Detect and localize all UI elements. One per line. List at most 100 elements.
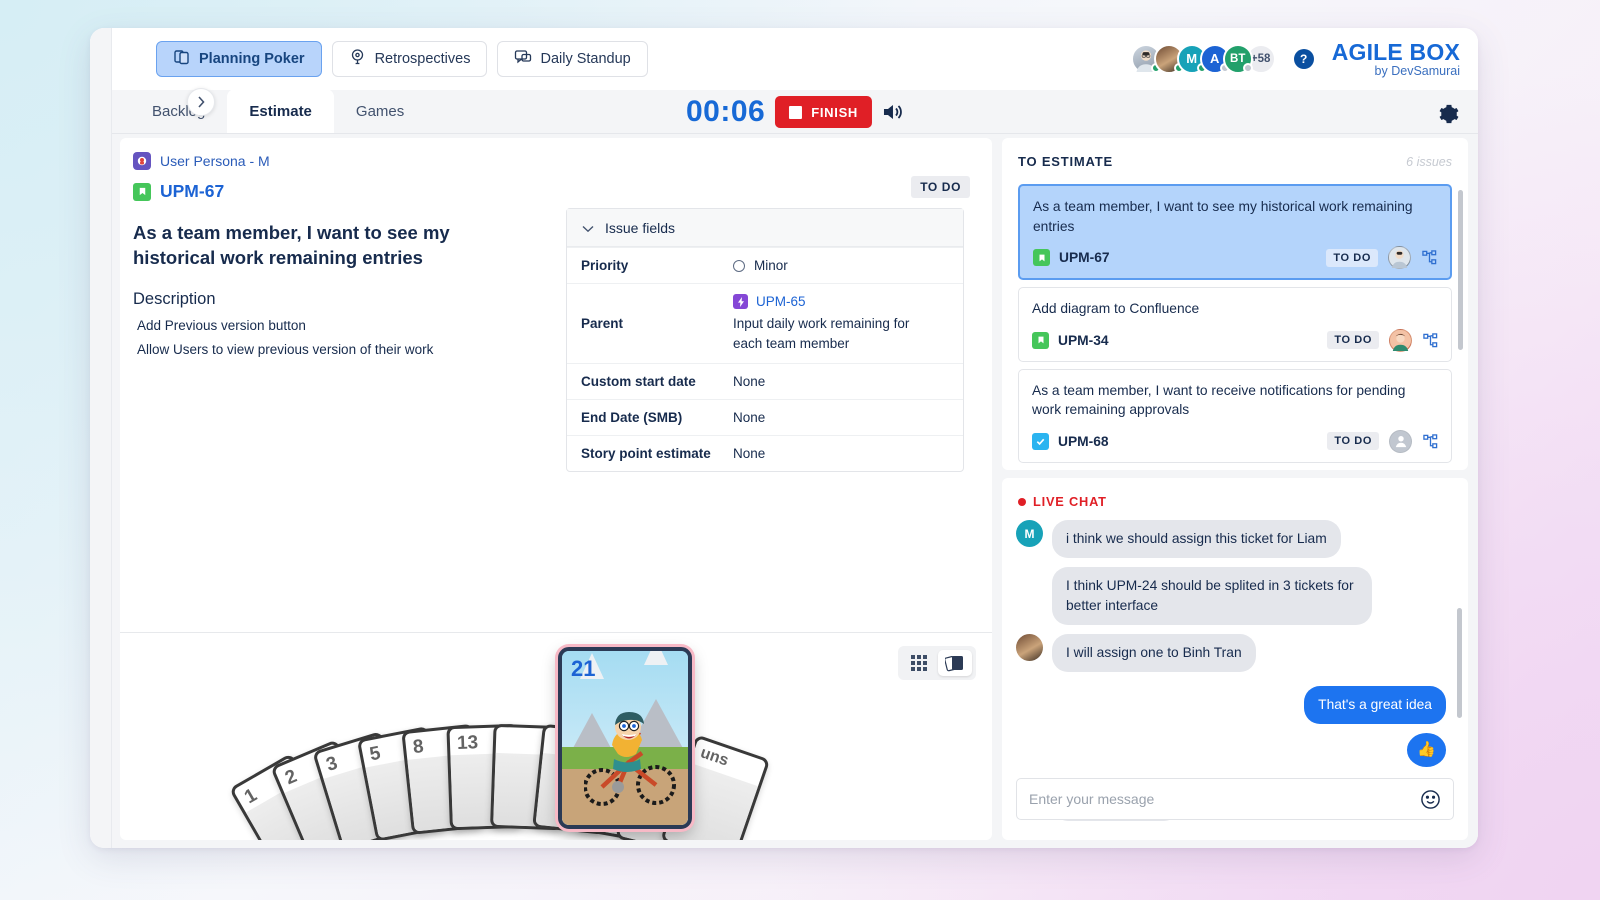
issue-fields-title: Issue fields bbox=[605, 220, 675, 236]
field-value[interactable]: None bbox=[733, 446, 765, 461]
chat-message: M i think we should assign this ticket f… bbox=[1016, 520, 1446, 558]
live-indicator-dot bbox=[1018, 498, 1026, 506]
scrollbar-thumb[interactable] bbox=[1457, 608, 1462, 718]
left-rail bbox=[90, 28, 112, 848]
mode-tab-daily-standup[interactable]: Daily Standup bbox=[497, 41, 647, 77]
live-chat-header: LIVE CHAT bbox=[1002, 478, 1468, 517]
parent-link-row[interactable]: UPM-65 bbox=[733, 294, 938, 309]
mode-tab-planning-poker[interactable]: Planning Poker bbox=[156, 41, 322, 77]
chat-bubble: That's a great idea bbox=[1304, 686, 1446, 724]
breadcrumb[interactable]: User Persona - M bbox=[120, 138, 992, 170]
card-value: 5 bbox=[368, 743, 383, 767]
field-row-story-point-estimate: Story point estimate None bbox=[567, 435, 963, 471]
avatar-initials: M bbox=[1186, 51, 1197, 66]
speaker-on-icon[interactable] bbox=[882, 102, 904, 122]
field-value[interactable]: None bbox=[733, 374, 765, 389]
avatar-initials: BT bbox=[1230, 53, 1245, 65]
link-issues-icon[interactable] bbox=[1422, 250, 1437, 265]
chat-bubble: I think UPM-24 should be splited in 3 ti… bbox=[1052, 567, 1372, 625]
field-value[interactable]: Minor bbox=[733, 258, 788, 273]
countdown-timer: 00:06 bbox=[686, 95, 765, 129]
avatar[interactable]: M bbox=[1016, 520, 1043, 547]
avatar-initials: A bbox=[1210, 51, 1219, 66]
app-window: Planning Poker Retrospectives bbox=[90, 28, 1478, 848]
avatar[interactable] bbox=[1016, 634, 1043, 661]
issue-key-row[interactable]: UPM-67 bbox=[120, 170, 992, 202]
smiley-icon[interactable] bbox=[1420, 789, 1441, 810]
avatar[interactable]: BT bbox=[1223, 44, 1253, 74]
scrollbar-thumb[interactable] bbox=[1458, 190, 1463, 350]
card-art-cyclist bbox=[584, 701, 676, 811]
field-label: End Date (SMB) bbox=[581, 410, 733, 425]
story-type-icon bbox=[1032, 332, 1049, 349]
status-badge[interactable]: TO DO bbox=[1327, 432, 1379, 450]
field-label: Parent bbox=[581, 316, 733, 331]
list-item[interactable]: Add diagram to Confluence UPM-34 TO DO bbox=[1018, 287, 1452, 362]
story-type-icon bbox=[1033, 249, 1050, 266]
brand-logo: AGILE BOX by DevSamurai bbox=[1332, 40, 1460, 77]
deck-view-toggle bbox=[898, 646, 976, 680]
chevron-down-icon bbox=[582, 220, 594, 236]
chat-input-container bbox=[1016, 778, 1454, 820]
issue-summary: As a team member, I want to see my histo… bbox=[1033, 197, 1437, 236]
avatar[interactable] bbox=[1389, 329, 1412, 352]
chat-message-list: M i think we should assign this ticket f… bbox=[1002, 520, 1468, 758]
tab-games[interactable]: Games bbox=[334, 89, 426, 133]
status-dot bbox=[1243, 63, 1253, 73]
list-item[interactable]: As a team member, I want to receive noti… bbox=[1018, 369, 1452, 463]
sidebar-collapse-toggle[interactable] bbox=[187, 88, 215, 116]
priority-minor-icon bbox=[733, 260, 745, 272]
issue-key: UPM-34 bbox=[1058, 333, 1109, 348]
chat-bubbles-icon bbox=[514, 48, 532, 70]
chat-bubble: I will assign one to Binh Tran bbox=[1052, 634, 1256, 672]
status-badge[interactable]: TO DO bbox=[1327, 331, 1379, 349]
card-stack-view-icon[interactable] bbox=[938, 650, 972, 676]
to-estimate-header: TO ESTIMATE 6 issues bbox=[1002, 138, 1468, 179]
topbar-right: M A BT +58 ? AGILE BOX by DevSamurai bbox=[1131, 40, 1460, 77]
field-row-custom-start-date: Custom start date None bbox=[567, 363, 963, 399]
link-issues-icon[interactable] bbox=[1423, 434, 1438, 449]
chat-input[interactable] bbox=[1029, 791, 1420, 807]
task-type-icon bbox=[1032, 433, 1049, 450]
field-value[interactable]: None bbox=[733, 410, 765, 425]
issue-key: UPM-67 bbox=[1059, 250, 1110, 265]
selected-card-value: 21 bbox=[571, 656, 595, 682]
help-icon[interactable]: ? bbox=[1294, 49, 1314, 69]
card-value: 8 bbox=[412, 736, 425, 759]
to-estimate-list: As a team member, I want to see my histo… bbox=[1002, 184, 1468, 470]
card-deck-area: 1 2 3 5 8 13 bbox=[120, 632, 992, 840]
field-row-end-date: End Date (SMB) None bbox=[567, 399, 963, 435]
grid-view-icon[interactable] bbox=[902, 650, 936, 676]
brand-name: AGILE BOX bbox=[1332, 40, 1460, 64]
finish-button[interactable]: FINISH bbox=[775, 96, 872, 128]
status-badge[interactable]: TO DO bbox=[911, 176, 970, 198]
chat-bubble-emoji: 👍 bbox=[1407, 733, 1446, 767]
issue-fields-header[interactable]: Issue fields bbox=[567, 209, 963, 247]
story-type-icon bbox=[133, 183, 151, 201]
cards-icon bbox=[173, 48, 191, 70]
mode-tab-retrospectives[interactable]: Retrospectives bbox=[332, 41, 488, 77]
to-estimate-panel: TO ESTIMATE 6 issues As a team member, I… bbox=[1002, 138, 1468, 470]
avatar[interactable] bbox=[1388, 246, 1411, 269]
link-issues-icon[interactable] bbox=[1423, 333, 1438, 348]
chat-message: I will assign one to Binh Tran bbox=[1016, 634, 1446, 672]
tab-estimate[interactable]: Estimate bbox=[227, 89, 334, 133]
presence-avatars[interactable]: M A BT +58 bbox=[1131, 44, 1276, 74]
avatar-unassigned[interactable] bbox=[1389, 430, 1412, 453]
chat-message: That's a great idea bbox=[1016, 686, 1446, 724]
mode-tab-label: Daily Standup bbox=[540, 51, 630, 67]
issue-detail-pane: User Persona - M UPM-67 TO DO As a team … bbox=[120, 138, 992, 840]
timer-controls: 00:06 FINISH bbox=[686, 95, 904, 129]
issue-key: UPM-67 bbox=[160, 181, 224, 202]
selected-poker-card[interactable]: 21 bbox=[558, 647, 692, 829]
to-estimate-title: TO ESTIMATE bbox=[1018, 154, 1113, 169]
gear-icon[interactable] bbox=[1438, 103, 1460, 125]
chat-message: I think UPM-24 should be splited in 3 ti… bbox=[1016, 567, 1446, 625]
field-row-parent: Parent UPM-65 Input daily work remaining… bbox=[567, 283, 963, 363]
field-label: Custom start date bbox=[581, 374, 733, 389]
list-item[interactable]: As a team member, I want to see my histo… bbox=[1018, 184, 1452, 280]
issue-fields-card: Issue fields Priority Minor Parent bbox=[566, 208, 964, 472]
status-badge[interactable]: TO DO bbox=[1326, 249, 1378, 267]
persona-icon bbox=[133, 152, 151, 170]
priority-value: Minor bbox=[754, 258, 788, 273]
